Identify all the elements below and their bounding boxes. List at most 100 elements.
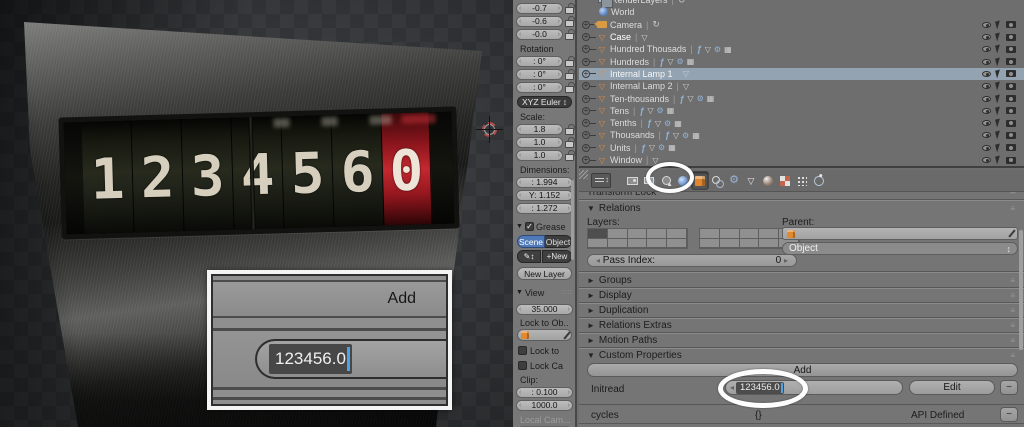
expand-plus-icon[interactable]: + — [582, 82, 590, 91]
number-field[interactable]: ‹ 1.0 › — [516, 136, 563, 148]
layer-toggle[interactable] — [667, 238, 687, 248]
visibility-eye-icon[interactable] — [982, 95, 991, 102]
number-field[interactable]: ‹: 0° › — [516, 55, 563, 67]
selectability-cursor-icon[interactable] — [995, 118, 1002, 128]
number-field[interactable]: ‹: 0° › — [516, 68, 563, 80]
layer-toggle[interactable] — [627, 229, 648, 239]
tab-object-data[interactable]: ▽ — [743, 172, 759, 189]
collapsed-panel-relations-extras[interactable]: ► Relations Extras ≡ — [579, 318, 1024, 332]
outliner-row[interactable]: + ▽ Thousands | ƒ ▽ ⚙ ▦ — [579, 129, 1024, 141]
layer-toggle[interactable] — [719, 229, 740, 239]
tab-render[interactable] — [624, 172, 640, 189]
outliner-row[interactable]: + ▽ Ten-thousands | ƒ ▽ ⚙ ▦ — [579, 92, 1024, 104]
layer-toggle[interactable] — [647, 238, 668, 248]
visibility-eye-icon[interactable] — [982, 46, 991, 53]
outliner-row[interactable]: + ▽ Hundred Thousads | ƒ ▽ ⚙ ▦ — [579, 43, 1024, 55]
edit-property-button[interactable]: Edit — [909, 380, 995, 395]
unlock-icon[interactable] — [564, 16, 574, 27]
remove-property-button[interactable]: − — [1000, 380, 1018, 395]
increment-arrow-icon[interactable]: ▸ — [784, 256, 788, 265]
unlock-icon[interactable] — [564, 3, 574, 14]
increment-arrow-icon[interactable]: › — [558, 139, 560, 146]
number-field[interactable]: ‹: 0.100 › — [516, 386, 573, 398]
visibility-eye-icon[interactable] — [982, 58, 991, 65]
layer-toggle[interactable] — [588, 238, 608, 248]
panel-header[interactable]: ▼ View:::: — [516, 287, 573, 298]
expand-plus-icon[interactable]: + — [582, 45, 590, 54]
inset-value-field[interactable]: 123456.0 — [255, 339, 446, 379]
selectability-cursor-icon[interactable] — [995, 94, 1002, 104]
decrement-arrow-icon[interactable]: ‹ — [519, 306, 521, 313]
renderability-camera-icon[interactable] — [1006, 131, 1016, 139]
decrement-arrow-icon[interactable]: ‹ — [519, 192, 521, 199]
layer-toggle[interactable] — [719, 238, 740, 248]
decrement-arrow-icon[interactable]: ‹ — [519, 71, 521, 78]
layer-toggle[interactable] — [667, 229, 687, 239]
layer-toggle[interactable] — [759, 238, 780, 248]
decrement-arrow-icon[interactable]: ‹ — [519, 205, 521, 212]
relations-panel-header[interactable]: ▼ Relations ≡ — [579, 201, 1024, 215]
selectability-cursor-icon[interactable] — [995, 57, 1002, 67]
editor-corner-grip[interactable] — [579, 170, 588, 179]
selectability-cursor-icon[interactable] — [995, 20, 1002, 30]
expand-plus-icon[interactable]: + — [582, 94, 590, 103]
decrement-arrow-icon[interactable]: ‹ — [519, 58, 521, 65]
outliner-row[interactable]: + ▽ Internal Lamp 1 | ▽ — [579, 67, 1024, 81]
visibility-eye-icon[interactable] — [982, 144, 991, 151]
expand-plus-icon[interactable]: + — [582, 131, 590, 140]
tab-constraints[interactable] — [709, 172, 725, 189]
outliner-row[interactable]: + ▽ Hundreds | ƒ ▽ ⚙ ▦ — [579, 55, 1024, 67]
decrement-arrow-icon[interactable]: ‹ — [519, 126, 521, 133]
tab-texture[interactable] — [777, 172, 793, 189]
selectability-cursor-icon[interactable] — [995, 32, 1002, 42]
new-layer-button[interactable]: New Layer — [517, 267, 572, 280]
panel-header[interactable]: ▼ ✓ Grease — [516, 221, 573, 232]
visibility-eye-icon[interactable] — [982, 132, 991, 139]
selectability-cursor-icon[interactable] — [995, 155, 1002, 165]
increment-arrow-icon[interactable]: › — [568, 402, 570, 409]
layers-grid-1[interactable] — [587, 228, 688, 249]
decrement-arrow-icon[interactable]: ‹ — [519, 139, 521, 146]
rotation-mode-dropdown[interactable]: XYZ Euler ↕ — [517, 96, 572, 108]
renderability-camera-icon[interactable] — [1006, 156, 1016, 164]
n-panel-scrollbar[interactable] — [571, 180, 574, 260]
number-field[interactable]: ‹ -0.7 › — [516, 2, 563, 14]
tab-scene[interactable] — [658, 172, 674, 189]
eyedropper-icon[interactable] — [563, 330, 571, 340]
tab-object[interactable] — [692, 172, 708, 189]
renderability-camera-icon[interactable] — [1006, 95, 1016, 103]
unlock-icon[interactable] — [564, 124, 574, 135]
number-field[interactable]: ‹ -0.0 › — [516, 28, 563, 40]
number-field[interactable]: ‹: 1.272 › — [516, 202, 573, 214]
layer-toggle[interactable] — [607, 229, 628, 239]
property-value-field[interactable]: ◂ 123456.0 — [725, 380, 903, 395]
pencil-dropdown-button[interactable]: ✎↕ — [517, 250, 541, 263]
layer-toggle[interactable] — [700, 238, 720, 248]
new-button[interactable]: +New — [542, 250, 572, 263]
visibility-eye-icon[interactable] — [982, 70, 991, 77]
number-field[interactable]: ‹ -0.6 › — [516, 15, 563, 27]
object-pointer-field[interactable] — [517, 329, 572, 341]
unlock-icon[interactable] — [564, 29, 574, 40]
checkbox-checked[interactable]: ✓ — [524, 222, 534, 231]
outliner-row[interactable]: + ▽ Tens | ƒ ▽ ⚙ ▦ — [579, 105, 1024, 117]
remove-cycles-button[interactable]: − — [1000, 407, 1018, 422]
inset-add-button[interactable]: Add — [213, 282, 446, 316]
selectability-cursor-icon[interactable] — [995, 106, 1002, 116]
collapsed-panel-display[interactable]: ► Display ≡ — [579, 288, 1024, 302]
renderability-camera-icon[interactable] — [1006, 119, 1016, 127]
number-field[interactable]: ‹ 1.0 › — [516, 149, 563, 161]
collapsed-panel-motion-paths[interactable]: ► Motion Paths ≡ — [579, 333, 1024, 347]
increment-arrow-icon[interactable]: › — [558, 126, 560, 133]
expand-plus-icon[interactable]: + — [582, 20, 590, 29]
outliner-row[interactable]: + ▽ Window | ▽ — [579, 154, 1024, 166]
expand-plus-icon[interactable]: + — [582, 106, 590, 115]
layer-toggle[interactable] — [739, 238, 760, 248]
outliner-row[interactable]: + ▽ Case | ▽ — [579, 31, 1024, 43]
unlock-icon[interactable] — [564, 56, 574, 67]
increment-arrow-icon[interactable]: › — [568, 205, 570, 212]
expand-plus-icon[interactable]: + — [582, 33, 590, 42]
selectability-cursor-icon[interactable] — [995, 69, 1002, 79]
renderability-camera-icon[interactable] — [1006, 45, 1016, 53]
renderability-camera-icon[interactable] — [1006, 82, 1016, 90]
